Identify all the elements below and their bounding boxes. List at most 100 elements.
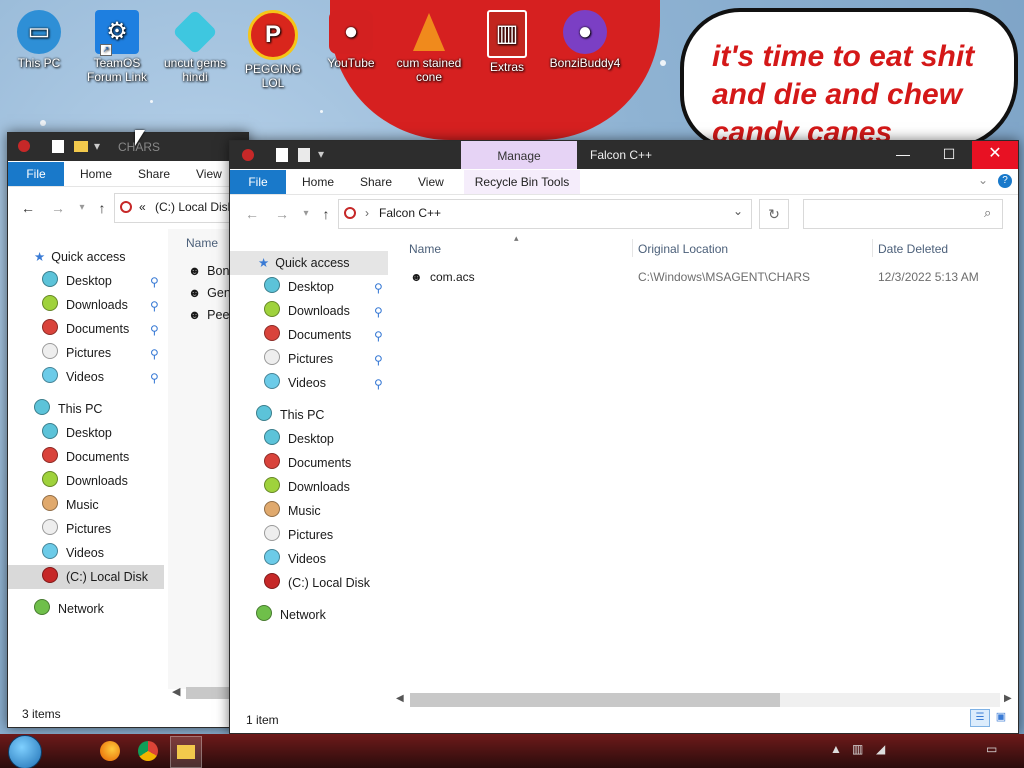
pin-icon[interactable]: ⚲ [374, 377, 383, 391]
nav-item-videos[interactable]: Videos [264, 371, 326, 395]
nav-item-downloads[interactable]: Downloads [42, 293, 128, 317]
show-hidden-icons-icon[interactable]: ▲ [830, 742, 842, 756]
pin-icon[interactable]: ⚲ [150, 299, 159, 313]
tab-share[interactable]: Share [126, 162, 182, 186]
tab-view[interactable]: View [406, 170, 456, 194]
pin-icon[interactable]: ⚲ [150, 347, 159, 361]
nav-item-downloads[interactable]: Downloads [264, 299, 350, 323]
tab-file[interactable]: File [230, 170, 286, 194]
nav-item-videos[interactable]: Videos [42, 541, 104, 565]
column-header-name[interactable]: Name [186, 236, 218, 250]
nav-item-local-disk[interactable]: (C:) Local Disk [264, 571, 370, 595]
desktop-icon-uncut-gems-hindi[interactable]: uncut gems hindi [156, 9, 234, 84]
nav-item-videos[interactable]: Videos [42, 365, 104, 389]
desktop-icon-extras[interactable]: ▥ Extras [468, 10, 546, 74]
up-arrow-icon[interactable]: ↑ [92, 197, 112, 219]
large-icons-view-button[interactable]: ▣ [992, 709, 1010, 725]
nav-item-pictures[interactable]: Pictures [264, 347, 333, 371]
nav-network[interactable]: Network [34, 597, 104, 621]
minimize-button[interactable]: — [880, 141, 926, 169]
tab-recycle-bin-tools[interactable]: Recycle Bin Tools [464, 170, 580, 194]
tab-view[interactable]: View [184, 162, 234, 186]
recent-locations-icon[interactable]: ▾ [296, 203, 316, 225]
nav-item-pictures[interactable]: Pictures [264, 523, 333, 547]
forward-arrow-icon[interactable]: → [48, 197, 68, 219]
nav-item-music[interactable]: Music [42, 493, 99, 517]
folder-icon[interactable] [74, 141, 88, 152]
nav-quick-access[interactable]: ★ Quick access [230, 251, 388, 275]
refresh-button[interactable]: ↻ [759, 199, 789, 229]
nav-item-pictures[interactable]: Pictures [42, 341, 111, 365]
properties-icon[interactable] [276, 148, 288, 162]
nav-item-downloads[interactable]: Downloads [42, 469, 128, 493]
new-folder-icon[interactable] [298, 148, 310, 162]
volume-icon[interactable]: ◢ [876, 742, 885, 756]
recent-locations-icon[interactable]: ▾ [72, 197, 92, 219]
column-header-name[interactable]: Name [409, 242, 441, 256]
pin-icon[interactable]: ⚲ [150, 323, 159, 337]
address-bar[interactable]: › Falcon C++ ⌄ [338, 199, 752, 229]
column-header-date-deleted[interactable]: Date Deleted [878, 242, 948, 256]
tab-file[interactable]: File [8, 162, 64, 186]
chrome-icon[interactable] [138, 741, 158, 761]
nav-this-pc[interactable]: This PC [34, 397, 102, 421]
nav-item-desktop[interactable]: Desktop [264, 275, 334, 299]
desktop-icon-cum-stained-cone[interactable]: cum stained cone [390, 10, 468, 84]
scroll-left-icon[interactable]: ◀ [396, 693, 404, 704]
properties-icon[interactable] [52, 140, 64, 153]
desktop-icon-teamos-forum-link[interactable]: ⚙ ↗ TeamOS Forum Link [78, 10, 156, 84]
nav-item-desktop[interactable]: Desktop [42, 421, 112, 445]
chevron-down-icon[interactable]: ▾ [318, 147, 324, 161]
notifications-icon[interactable]: ▭ [986, 742, 997, 756]
horizontal-scrollbar[interactable] [410, 693, 1000, 707]
details-view-button[interactable]: ☰ [970, 709, 990, 727]
pin-icon[interactable]: ⚲ [374, 329, 383, 343]
nav-item-music[interactable]: Music [264, 499, 321, 523]
pin-icon[interactable]: ⚲ [374, 305, 383, 319]
expand-ribbon-icon[interactable]: ⌄ [978, 173, 988, 187]
back-arrow-icon[interactable]: ← [18, 197, 38, 219]
address-history-dropdown[interactable]: ⌄ [733, 204, 743, 218]
scroll-left-icon[interactable]: ◀ [172, 685, 180, 698]
nav-item-documents[interactable]: Documents [264, 323, 351, 347]
nav-item-videos[interactable]: Videos [264, 547, 326, 571]
network-status-icon[interactable]: ▥ [852, 742, 863, 756]
help-icon[interactable]: ? [998, 174, 1012, 188]
pin-icon[interactable]: ⚲ [374, 353, 383, 367]
nav-item-documents[interactable]: Documents [42, 317, 129, 341]
pin-icon[interactable]: ⚲ [150, 371, 159, 385]
nav-item-documents[interactable]: Documents [264, 451, 351, 475]
desktop-icon-bonzibuddy4[interactable]: ● BonziBuddy4 [546, 10, 624, 70]
breadcrumb-path[interactable]: (C:) Local Disk [155, 200, 234, 214]
scrollbar-thumb[interactable] [410, 693, 780, 707]
column-header-original-location[interactable]: Original Location [638, 242, 728, 256]
close-button[interactable]: ✕ [972, 141, 1018, 169]
window-titlebar[interactable]: ▾ CHARS [8, 133, 248, 161]
back-arrow-icon[interactable]: ← [242, 203, 262, 225]
tab-manage[interactable]: Manage [461, 141, 577, 169]
nav-item-local-disk[interactable]: (C:) Local Disk [8, 565, 164, 589]
maximize-button[interactable]: ☐ [926, 141, 972, 169]
desktop-icon-this-pc[interactable]: ▭ This PC [0, 10, 78, 70]
pin-icon[interactable]: ⚲ [150, 275, 159, 289]
nav-item-downloads[interactable]: Downloads [264, 475, 350, 499]
desktop-icon-pegging-lol[interactable]: P PEGGING LOL [234, 10, 312, 90]
desktop-icon-youtube[interactable]: ● YouTube [312, 10, 390, 70]
forward-arrow-icon[interactable]: → [272, 203, 292, 225]
nav-quick-access[interactable]: ★ Quick access [34, 245, 126, 269]
nav-item-desktop[interactable]: Desktop [42, 269, 112, 293]
file-explorer-icon[interactable] [170, 736, 202, 768]
table-row[interactable]: ☻ com.acs C:\Windows\MSAGENT\CHARS 12/3/… [400, 265, 1008, 289]
search-input[interactable]: ⌕ [803, 199, 1003, 229]
nav-item-desktop[interactable]: Desktop [264, 427, 334, 451]
nav-item-pictures[interactable]: Pictures [42, 517, 111, 541]
nav-network[interactable]: Network [256, 603, 326, 627]
tab-share[interactable]: Share [348, 170, 404, 194]
file-row[interactable]: ☻ Gen [188, 281, 231, 305]
scroll-right-icon[interactable]: ▶ [1004, 693, 1012, 704]
up-arrow-icon[interactable]: ↑ [316, 203, 336, 225]
breadcrumb-path[interactable]: Falcon C++ [379, 206, 441, 220]
pin-icon[interactable]: ⚲ [374, 281, 383, 295]
start-orb-icon[interactable] [8, 735, 42, 768]
breadcrumb-overflow[interactable]: « [139, 200, 146, 214]
